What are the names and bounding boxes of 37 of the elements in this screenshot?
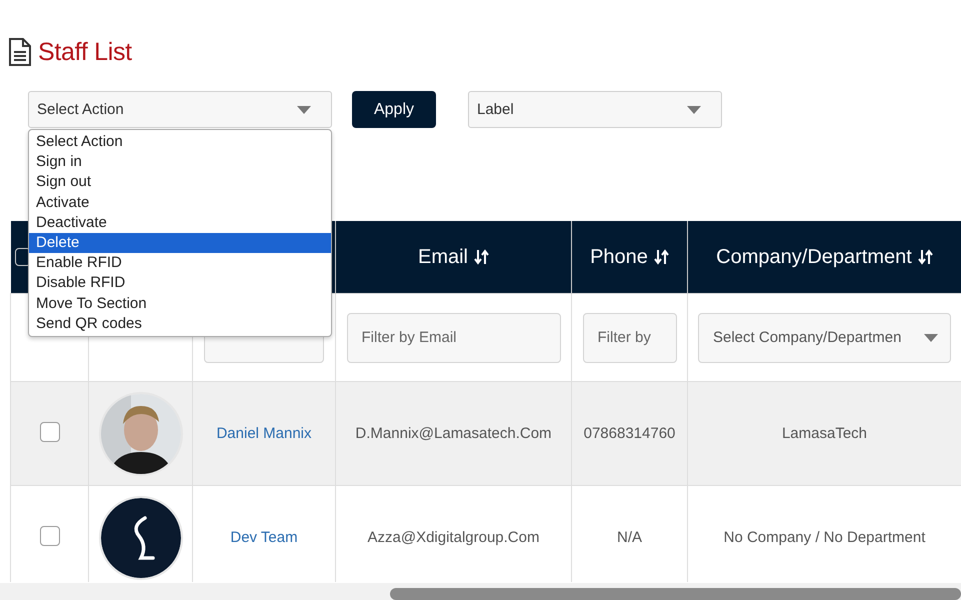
horizontal-scrollbar[interactable]	[0, 583, 961, 600]
page-title: Staff List	[38, 38, 132, 66]
caret-icon	[297, 106, 311, 114]
scrollbar-thumb[interactable]	[390, 588, 961, 600]
filter-field[interactable]: Filter by	[582, 312, 676, 362]
table-cell: Azza@Xdigitalgroup.Com	[336, 486, 572, 582]
dropdown-option[interactable]: Enable RFID	[29, 253, 331, 274]
table-cell: LamasaTech	[688, 382, 961, 486]
dropdown-option[interactable]: Activate	[29, 192, 331, 213]
logo-icon	[98, 496, 182, 580]
caret-icon	[924, 334, 938, 342]
dropdown-value: Label	[477, 101, 514, 118]
dropdown-option[interactable]: Deactivate	[29, 212, 331, 233]
action-dropdown[interactable]: Select Action	[28, 91, 332, 128]
checkbox[interactable]	[40, 422, 60, 442]
staff-name-link[interactable]: Dev Team	[230, 529, 298, 546]
dropdown-value: Select Action	[37, 101, 124, 118]
dropdown-option[interactable]: Delete	[29, 232, 331, 254]
dropdown-option[interactable]: Disable RFID	[29, 273, 331, 294]
table-cell: 07868314760	[572, 382, 688, 486]
dropdown-option[interactable]: Sign out	[29, 172, 331, 193]
caret-icon	[687, 106, 701, 114]
dropdown-option[interactable]: Move To Section	[29, 294, 331, 314]
filter-field[interactable]: Filter by Email	[346, 312, 560, 362]
document-icon	[8, 38, 32, 66]
label-dropdown[interactable]: Label	[468, 91, 722, 128]
checkbox[interactable]	[40, 526, 60, 546]
dropdown-option[interactable]: Sign in	[29, 152, 331, 172]
dropdown-option[interactable]: Select Action	[29, 132, 331, 152]
filter-dropdown[interactable]: Select Company/Departmen	[698, 312, 951, 362]
table-cell: N/A	[572, 486, 688, 582]
dropdown-option[interactable]: Send QR codes	[29, 314, 331, 334]
column-header[interactable]: Email	[418, 246, 489, 268]
apply-button[interactable]: Apply	[352, 91, 436, 128]
staff-name-link[interactable]: Daniel Mannix	[216, 425, 312, 442]
table-cell: No Company / No Department	[688, 486, 961, 582]
table-cell: D.Mannix@Lamasatech.Com	[336, 382, 572, 486]
